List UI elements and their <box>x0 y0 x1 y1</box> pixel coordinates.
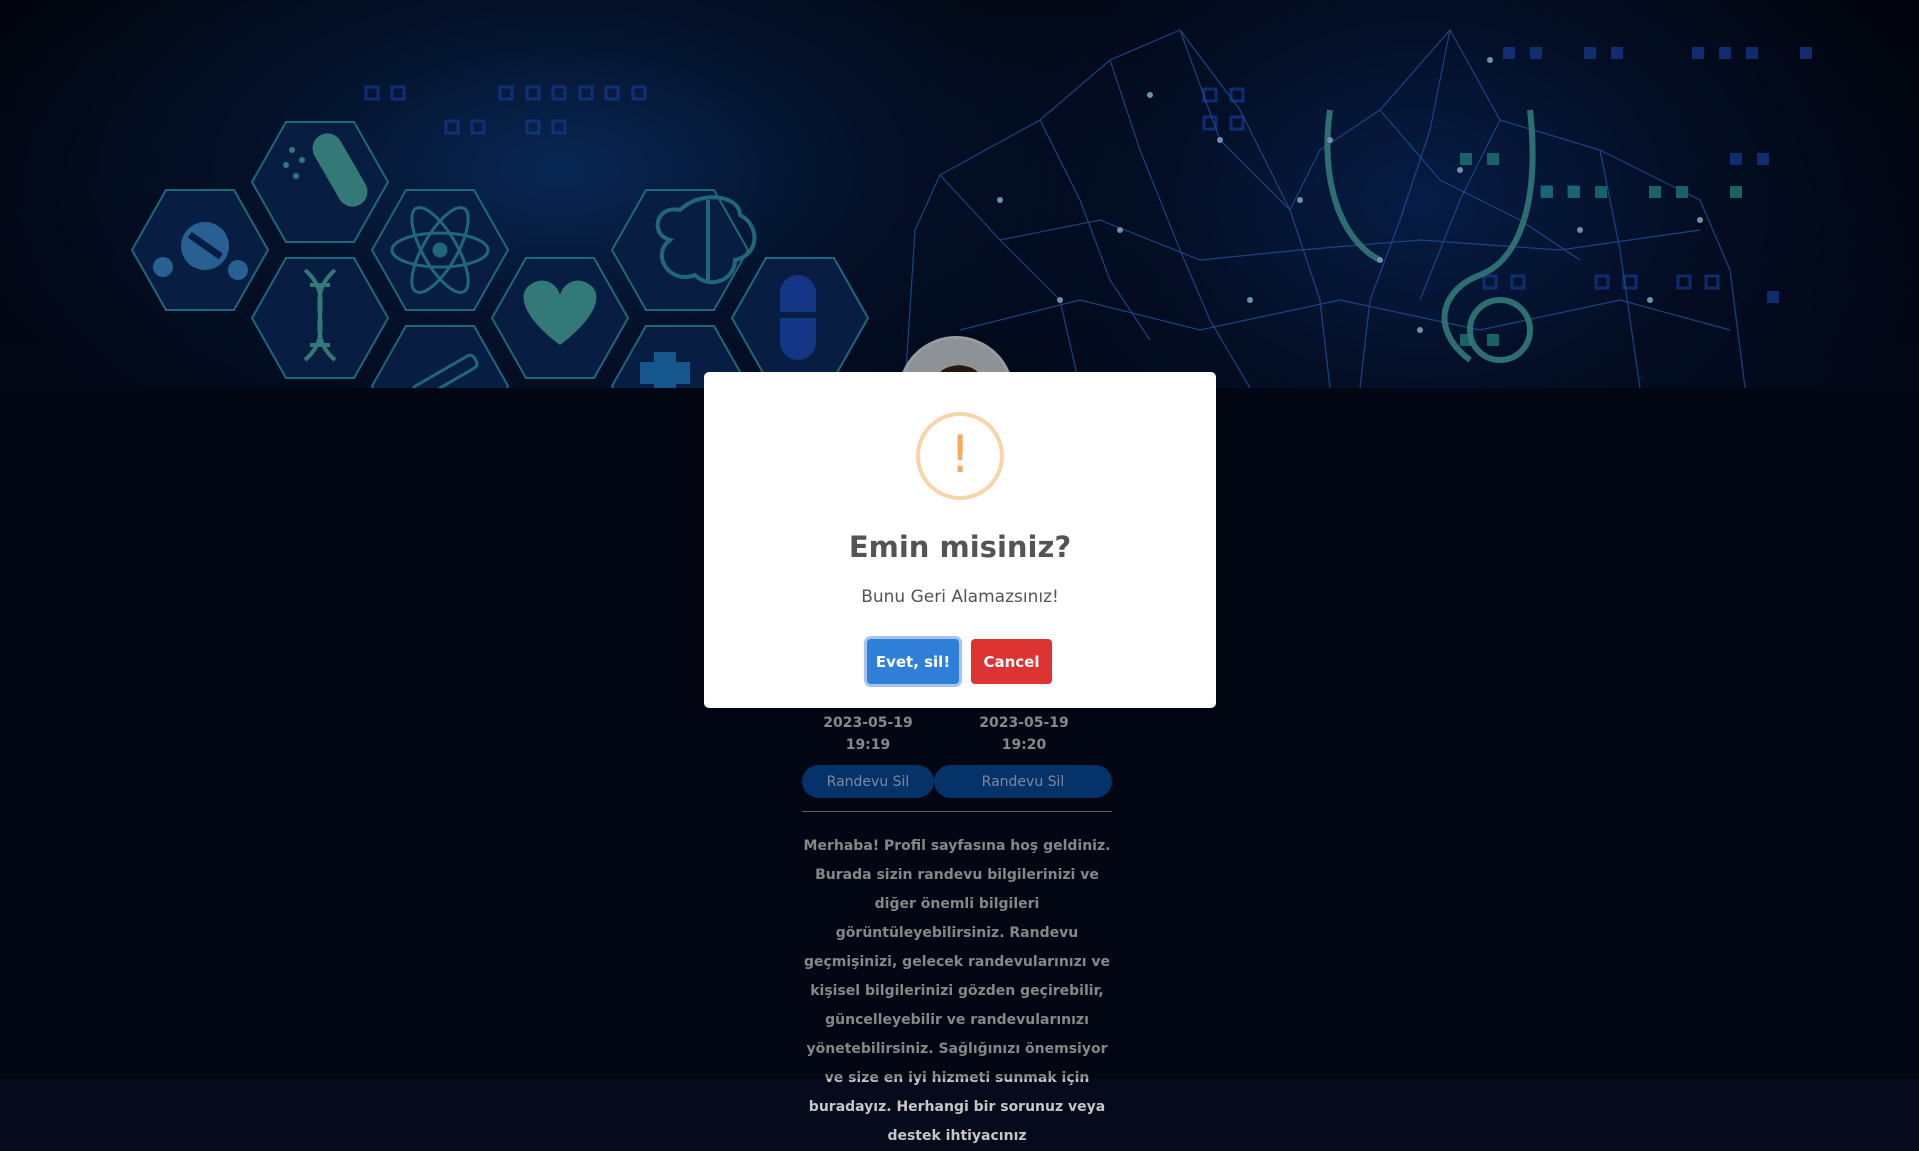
warning-icon: ! <box>916 412 1004 500</box>
confirm-delete-button[interactable]: Evet, sil! <box>867 639 959 684</box>
cancel-button[interactable]: Cancel <box>971 639 1052 684</box>
dialog-title: Emin misiniz? <box>848 530 1072 564</box>
dialog-message: Bunu Geri Alamazsınız! <box>861 587 1059 607</box>
confirm-dialog: ! Emin misiniz? Bunu Geri Alamazsınız! E… <box>704 372 1216 708</box>
